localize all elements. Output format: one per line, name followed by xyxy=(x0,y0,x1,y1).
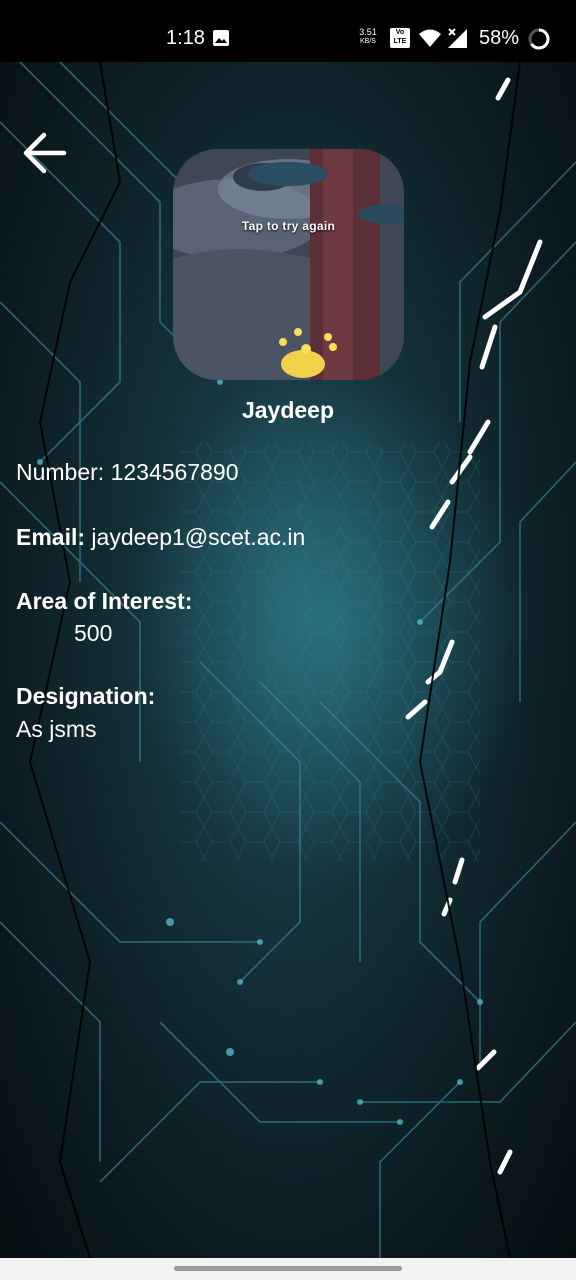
network-speed: 3.51 KB/S xyxy=(359,27,377,45)
number-field: Number: 1234567890 xyxy=(16,459,239,486)
number-value: 1234567890 xyxy=(110,459,239,485)
email-value: jaydeep1@scet.ac.in xyxy=(91,524,306,550)
avatar-caption: Tap to try again xyxy=(241,219,336,233)
signal-icon xyxy=(448,28,467,48)
gallery-notification-icon xyxy=(213,30,229,46)
email-field: Email: jaydeep1@scet.ac.in xyxy=(16,524,305,551)
wifi-icon xyxy=(419,29,441,47)
designation-value: As jsms xyxy=(16,716,97,742)
interest-value: 500 xyxy=(74,620,113,646)
number-label: Number: xyxy=(16,459,105,485)
back-button[interactable] xyxy=(18,128,74,178)
interest-label: Area of Interest: xyxy=(16,588,193,614)
volte-icon: Vo LTE xyxy=(390,28,410,48)
status-time: 1:18 xyxy=(166,27,205,49)
home-gesture-pill[interactable] xyxy=(174,1266,402,1271)
status-bar: 1:18 3.51 KB/S Vo LTE 58% xyxy=(0,0,576,62)
avatar-image xyxy=(173,149,404,380)
battery-icon xyxy=(528,28,550,50)
designation-label: Designation: xyxy=(16,683,156,709)
email-label: Email: xyxy=(16,524,86,550)
profile-avatar[interactable]: Tap to try again xyxy=(173,149,404,380)
navigation-bar xyxy=(0,1258,576,1280)
profile-name: Jaydeep xyxy=(241,397,335,423)
arrow-left-icon xyxy=(23,132,67,174)
battery-percent: 58% xyxy=(479,27,520,49)
